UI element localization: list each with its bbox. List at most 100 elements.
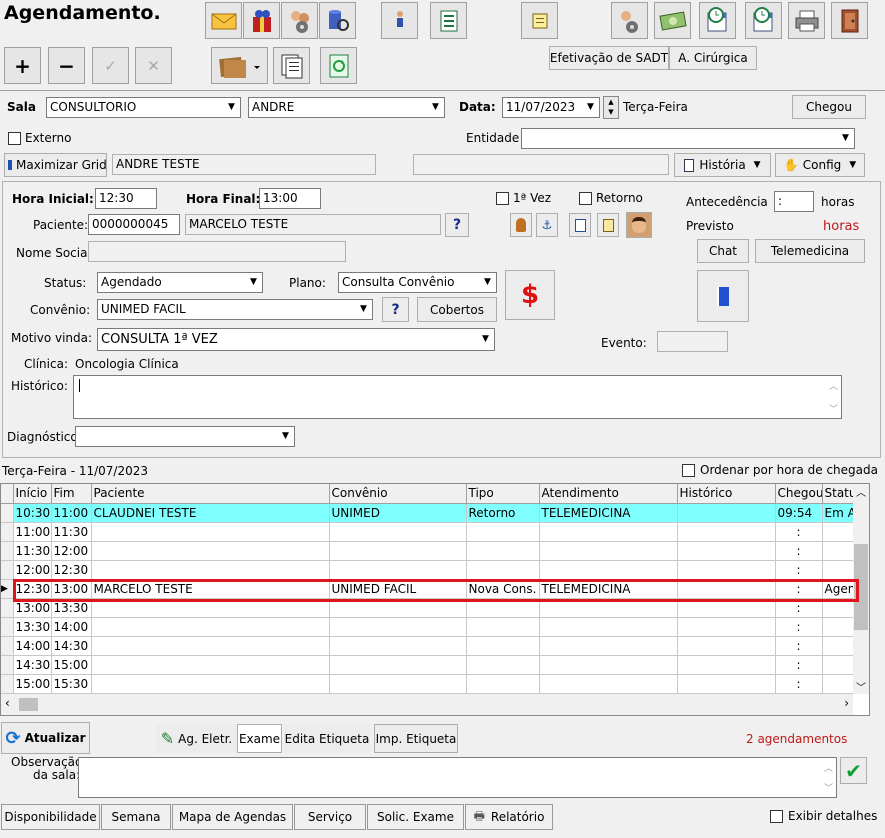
patient-photo-button[interactable] [626,212,652,238]
cell-tipo[interactable] [466,617,540,637]
table-row[interactable]: 11:30 12:00: [1,541,856,561]
cell-fim[interactable]: 15:30 [51,674,92,694]
cell-historico[interactable] [677,674,776,694]
cell-fim[interactable]: 14:30 [51,636,92,656]
cell-status[interactable] [822,522,856,542]
add-button[interactable]: + [4,47,41,84]
table-row[interactable]: 13:30 14:00: [1,617,856,637]
notepad-icon-button[interactable] [521,2,558,39]
cell-inicio[interactable]: 14:30 [13,655,52,675]
cell-inicio[interactable]: 13:00 [13,598,52,618]
row-indicator[interactable] [1,560,14,580]
copy-icon-button[interactable] [569,213,591,237]
scrollbar-thumb-h[interactable] [19,698,38,711]
cell-status[interactable] [822,674,856,694]
table-row[interactable]: 10:30 11:00 CLAUDNEI TESTE UNIMED Retorno TEL… [1,503,856,523]
cell-historico[interactable] [677,579,776,599]
cell-convenio[interactable] [329,617,467,637]
observacao-textarea[interactable]: ︿ ﹀ [78,757,837,798]
cell-atendimento[interactable] [539,674,678,694]
cell-paciente[interactable]: CLAUDNEI TESTE [91,503,330,523]
efetivacao-sadt-button[interactable]: Efetivação de SADT [549,46,669,70]
paste-icon-button[interactable] [597,213,619,237]
config-button[interactable]: ✋ Config ▼ [775,153,865,177]
sala-select[interactable]: CONSULTORIO ▼ [46,97,241,118]
column-header-status[interactable]: Status [822,484,856,504]
people-gear-2-icon-button[interactable] [611,2,648,39]
cell-status[interactable] [822,560,856,580]
cell-paciente[interactable] [91,636,330,656]
maximizar-grid-button[interactable]: Maximizar Grid [4,153,107,177]
cell-paciente[interactable] [91,522,330,542]
cell-paciente[interactable] [91,560,330,580]
agenda-grid[interactable]: Início Fim Paciente Convênio Tipo Atendi… [0,483,870,716]
scroll-up-icon[interactable]: ︿ [829,379,838,392]
row-indicator[interactable] [1,655,14,675]
cell-fim[interactable]: 11:00 [51,503,92,523]
cell-fim[interactable]: 11:30 [51,522,92,542]
column-header-chegou[interactable]: Chegou [775,484,823,504]
cell-historico[interactable] [677,503,776,523]
scroll-down-icon[interactable]: ﹀ [824,781,833,794]
grid-vertical-scrollbar[interactable]: ︿ ﹀ [853,484,869,694]
cell-paciente[interactable] [91,617,330,637]
convenio-help-button[interactable]: ? [382,297,409,322]
cell-inicio[interactable]: 12:00 [13,560,52,580]
cancel-button[interactable]: ✕ [135,47,172,84]
cell-convenio[interactable] [329,560,467,580]
motivo-select[interactable]: CONSULTA 1ª VEZ ▼ [97,328,495,351]
cell-status[interactable] [822,617,856,637]
database-search-icon-button[interactable] [319,2,356,39]
table-row[interactable]: 14:30 15:00: [1,655,856,675]
cell-paciente[interactable] [91,598,330,618]
status-select[interactable]: Agendado ▼ [97,272,263,293]
person-walk-icon-button[interactable] [381,2,418,39]
cell-status[interactable] [822,636,856,656]
cell-chegou[interactable]: : [775,598,823,618]
telemedicina-button[interactable]: Telemedicina [755,239,865,263]
folders-dropdown-button[interactable] [211,47,268,84]
cell-convenio[interactable] [329,522,467,542]
money-icon-button[interactable] [654,2,691,39]
exibir-detalhes-checkbox[interactable] [770,810,783,823]
date-picker[interactable]: 11/07/2023 ▼ [502,97,600,118]
cell-chegou[interactable]: 09:54 [775,503,823,523]
cell-atendimento[interactable] [539,598,678,618]
date-spinner[interactable]: ▲ ▼ [603,96,619,119]
column-header-historico[interactable]: Histórico [677,484,776,504]
cell-fim[interactable]: 14:00 [51,617,92,637]
cell-fim[interactable]: 13:30 [51,598,92,618]
row-indicator[interactable] [1,503,14,523]
cell-atendimento[interactable]: TELEMEDICINA [539,503,678,523]
cell-tipo[interactable]: Retorno [466,503,540,523]
column-header-paciente[interactable]: Paciente [91,484,330,504]
disponibilidade-button[interactable]: Disponibilidade [1,804,100,830]
cell-historico[interactable] [677,560,776,580]
cell-convenio[interactable] [329,655,467,675]
cell-atendimento[interactable] [539,617,678,637]
refresh-document-icon-button[interactable] [320,47,357,84]
cell-inicio[interactable]: 11:00 [13,522,52,542]
cell-tipo[interactable]: Nova Cons. [466,579,540,599]
doctor-select[interactable]: ANDRE ▼ [248,97,445,118]
column-header-atendimento[interactable]: Atendimento [539,484,678,504]
calendar-clock-2-icon-button[interactable] [745,2,782,39]
document-list-icon-button[interactable] [430,2,467,39]
cell-convenio[interactable] [329,541,467,561]
cell-convenio[interactable] [329,598,467,618]
plano-select[interactable]: Consulta Convênio ▼ [338,272,497,293]
calendar-clock-icon-button[interactable] [699,2,736,39]
cell-convenio[interactable]: UNIMED [329,503,467,523]
antecedencia-input[interactable]: : [774,191,814,212]
cell-inicio[interactable]: 14:00 [13,636,52,656]
envelope-icon-button[interactable] [205,2,242,39]
scroll-left-icon[interactable]: ‹ [5,696,10,710]
cell-convenio[interactable]: UNIMED FACIL [329,579,467,599]
cell-convenio[interactable] [329,674,467,694]
hora-inicial-input[interactable]: 12:30 [95,188,157,209]
cell-inicio[interactable]: 12:30 [13,579,52,599]
cell-chegou[interactable]: : [775,655,823,675]
cell-atendimento[interactable] [539,541,678,561]
table-row[interactable]: 11:00 11:30: [1,522,856,542]
cell-tipo[interactable] [466,655,540,675]
